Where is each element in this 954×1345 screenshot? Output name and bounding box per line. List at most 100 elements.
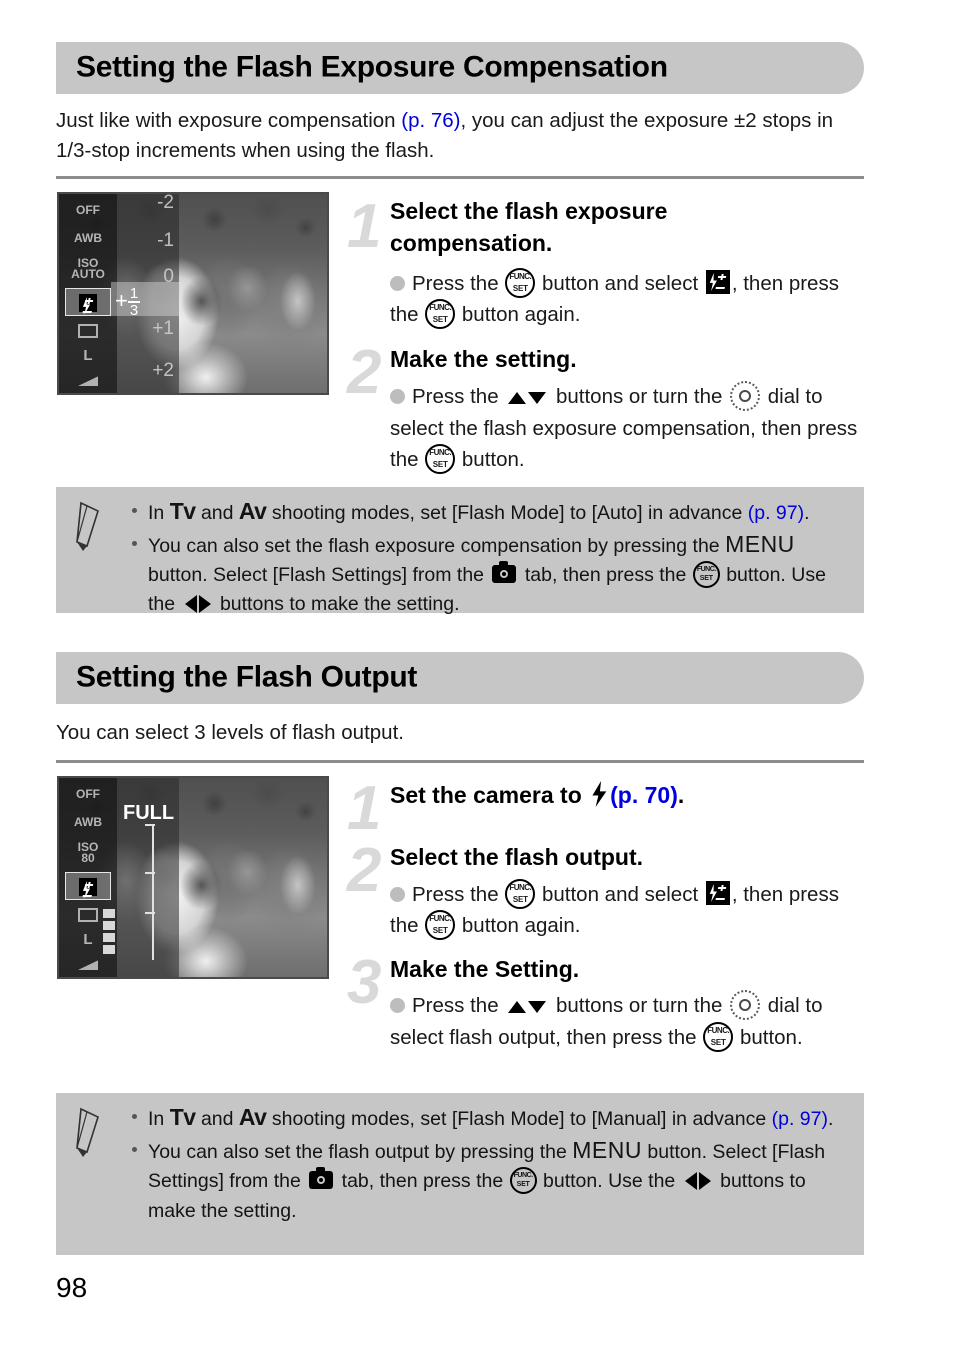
note-list-1: In Tv and Av shooting modes, set [Flash …	[132, 497, 852, 622]
note-box-2: In Tv and Av shooting modes, set [Flash …	[56, 1093, 864, 1255]
note-text: .	[804, 502, 810, 524]
step-body-2-2: Press the button and select , then press…	[390, 879, 860, 941]
note-text: advance	[692, 1108, 772, 1130]
note-text: You can also set the flash exposure comp…	[148, 535, 726, 557]
step-number-1-1: 1	[347, 192, 382, 261]
flash-compensation-icon	[705, 881, 730, 905]
step-number-2-2: 2	[347, 836, 382, 905]
lcd-iso-value: 80	[81, 851, 95, 865]
note-text: and	[195, 1108, 239, 1130]
bullet-icon	[390, 998, 405, 1013]
step-title-2-1: Set the camera to (p. 70).	[390, 779, 860, 811]
lcd-current-compensation-value: +1 3	[115, 285, 141, 319]
note-text: shooting modes, set [Flash Mode] to [Aut…	[266, 502, 748, 524]
bullet-icon	[132, 1114, 137, 1119]
lcd-item-flash-output-selected	[65, 872, 111, 900]
up-down-buttons-icon	[507, 991, 547, 1022]
step-text: Press the	[412, 994, 505, 1017]
step-title-2-3: Make the Setting.	[390, 956, 580, 982]
step-title-text: Set the camera to	[390, 782, 589, 808]
lcd-level-block	[103, 921, 115, 930]
page-reference-link-76[interactable]: (p. 76)	[401, 109, 460, 132]
manual-page: Setting the Flash Exposure Compensation …	[0, 0, 954, 1345]
note-item: You can also set the flash output by pre…	[132, 1136, 852, 1226]
lcd-level-tick-mid	[145, 872, 155, 874]
drive-mode-icon	[78, 908, 98, 922]
lcd-scale-label-minus2: -2	[157, 192, 174, 213]
page-reference-link-70[interactable]: (p. 70)	[610, 782, 678, 808]
note-text: button. Use the	[537, 1170, 681, 1192]
lcd-scale-label-minus1: -1	[157, 230, 174, 251]
left-right-buttons-icon	[184, 591, 212, 620]
tv-mode-label: Tv	[169, 1104, 196, 1130]
step-text: button again.	[456, 303, 581, 326]
step-title-1-2: Make the setting.	[390, 346, 577, 372]
control-dial-icon	[730, 381, 761, 411]
func-set-button-icon	[425, 444, 456, 474]
section-intro-paragraph-2: You can select 3 levels of flash output.	[56, 721, 404, 744]
lcd-flash-output-value: FULL	[123, 802, 175, 824]
note-text: and	[195, 502, 239, 524]
compression-quality-icon	[78, 960, 98, 970]
func-set-button-icon	[509, 1167, 537, 1194]
note-text: .	[827, 1108, 834, 1130]
note-text: shooting modes, set [Flash Mode] to [Man…	[266, 1108, 693, 1130]
lcd-screenshot-flash-output: OFF AWB ISO 80 L FULL	[57, 776, 329, 979]
lcd-function-menu-sidebar: OFF AWB ISO AUTO L	[59, 194, 117, 393]
lcd-item-iso: ISO AUTO	[65, 257, 111, 281]
step-number-1-2: 2	[347, 338, 382, 407]
note-item: You can also set the flash exposure comp…	[132, 530, 852, 620]
divider-rule-1	[56, 176, 864, 179]
triangle-up-icon	[508, 1001, 527, 1013]
note-text: In	[148, 502, 170, 524]
triangle-up-icon	[508, 392, 527, 404]
lcd-level-block	[103, 909, 115, 918]
step-text: button and select	[536, 883, 704, 906]
menu-button-label: MENU	[572, 1137, 642, 1163]
flash-bolt-icon	[592, 781, 607, 807]
lcd-level-tick-low	[145, 912, 155, 914]
step-text: button.	[456, 448, 525, 471]
lcd-scale-label-plus1: +1	[152, 318, 174, 339]
func-set-button-icon	[703, 1022, 734, 1052]
av-mode-label: Av	[238, 498, 267, 524]
section-header-flash-output: Setting the Flash Output	[56, 652, 864, 704]
page-reference-link-97[interactable]: (p. 97)	[772, 1108, 828, 1130]
lcd-scale-label-plus2: +2	[152, 360, 174, 381]
lcd-value-sign: +	[115, 287, 128, 313]
lcd-value-numerator: 1	[127, 285, 141, 303]
lcd-level-track	[152, 824, 154, 960]
bullet-icon	[132, 508, 137, 513]
bullet-icon	[132, 1147, 137, 1152]
step-text: buttons or turn the	[550, 385, 729, 408]
step-text: Press the	[412, 272, 505, 295]
camera-tab-icon	[309, 1167, 334, 1189]
section-title: Setting the Flash Output	[76, 660, 418, 694]
lcd-iso-value: AUTO	[71, 267, 105, 281]
bullet-icon	[390, 276, 405, 291]
section-title: Setting the Flash Exposure Compensation	[76, 50, 668, 84]
step-text: Press the	[412, 385, 505, 408]
page-reference-link-97[interactable]: (p. 97)	[748, 502, 804, 524]
func-set-button-icon	[505, 879, 536, 909]
note-text: buttons to make the setting.	[214, 593, 460, 615]
step-title-text: .	[677, 782, 685, 808]
lcd-item-resolution: L	[83, 347, 93, 364]
lcd-item-flash-off: OFF	[76, 787, 100, 801]
pencil-icon	[76, 1107, 99, 1157]
lcd-value-denominator: 3	[129, 302, 139, 319]
triangle-down-icon	[528, 392, 547, 404]
page-number: 98	[56, 1272, 88, 1303]
pencil-icon	[76, 501, 99, 551]
bullet-icon	[390, 389, 405, 404]
lcd-item-drive-mode	[65, 324, 111, 340]
func-set-button-icon	[425, 910, 456, 940]
menu-button-label: MENU	[725, 531, 795, 557]
flash-compensation-icon	[705, 270, 730, 294]
bullet-icon	[132, 541, 137, 546]
section-header-flash-exposure-compensation: Setting the Flash Exposure Compensation	[56, 42, 864, 94]
step-text: button.	[734, 1026, 803, 1049]
note-text: tab, then press the	[519, 564, 692, 586]
note-text: tab, then press the	[336, 1170, 509, 1192]
step-body-1-2: Press the buttons or turn the dial to se…	[390, 381, 870, 475]
